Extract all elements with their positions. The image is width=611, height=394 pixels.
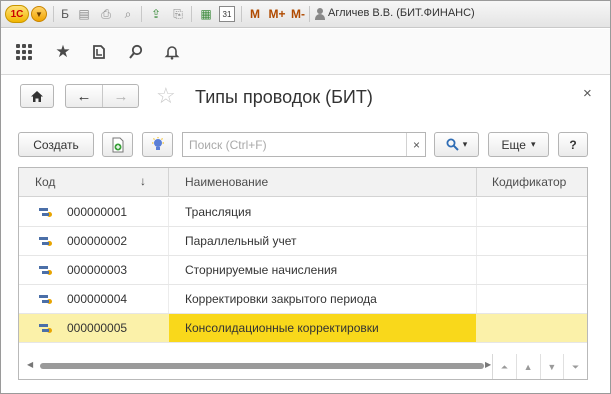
calculator-icon[interactable]: ▦ [197, 5, 215, 23]
back-button[interactable]: ← [66, 85, 102, 107]
create-button[interactable]: Создать [18, 132, 94, 157]
page-title: Типы проводок (БИТ) [195, 87, 373, 107]
b-button[interactable]: Б [59, 5, 71, 23]
search-input[interactable] [184, 134, 404, 155]
favorites-star-icon[interactable]: ★ [53, 42, 73, 62]
clear-search-icon[interactable]: × [406, 133, 426, 156]
table-row-selected[interactable]: 000000005 Консолидационные корректировки [19, 314, 587, 343]
main-menu-icon[interactable]: ▼ [31, 6, 47, 22]
search-field: × [182, 132, 426, 157]
upload-icon[interactable]: ⇪ [147, 5, 165, 23]
go-last-icon[interactable]: ⏷ [564, 354, 587, 379]
save-icon[interactable]: ▤ [75, 5, 93, 23]
table-header: Код ↓ Наименование Кодификатор [19, 168, 587, 197]
table-row[interactable]: 000000003 Сторнируемые начисления [19, 256, 587, 285]
column-header-codifier[interactable]: Кодификатор [492, 168, 566, 197]
row-code: 000000004 [67, 292, 128, 306]
app-bar: ★ [1, 29, 610, 75]
sort-arrow-icon: ↓ [140, 174, 146, 188]
page-down-icon[interactable]: ▼ [541, 354, 565, 379]
row-code: 000000003 [67, 263, 128, 277]
row-name: Сторнируемые начисления [185, 263, 338, 277]
more-menu-button[interactable]: Еще ▾ [488, 132, 549, 157]
print-icon[interactable]: ⎙ [97, 5, 115, 23]
create-copy-button[interactable] [102, 132, 133, 157]
memory-button[interactable]: M [249, 5, 261, 23]
memory-minus-button[interactable]: M- [290, 5, 306, 23]
chevron-down-icon: ▾ [530, 139, 536, 149]
user-icon [315, 8, 325, 20]
history-icon[interactable] [89, 42, 109, 62]
separator [141, 6, 142, 22]
go-first-icon[interactable]: ⏶ [493, 354, 517, 379]
hint-button[interactable] [142, 132, 173, 157]
close-form-button[interactable]: × [583, 85, 592, 102]
catalog-item-icon [39, 208, 52, 218]
row-code: 000000001 [67, 205, 128, 219]
scroll-left-icon[interactable]: ◀ [27, 360, 33, 369]
scroll-right-icon[interactable]: ▶ [485, 360, 491, 369]
calendar-icon[interactable]: 31 [219, 6, 235, 22]
separator [53, 6, 54, 22]
column-header-code[interactable]: Код [35, 168, 55, 197]
column-header-name[interactable]: Наименование [185, 168, 268, 197]
current-user[interactable]: Агличев В.В. (БИТ.ФИНАНС) [328, 7, 475, 19]
table-row[interactable]: 000000002 Параллельный учет [19, 227, 587, 256]
table-row[interactable]: 000000004 Корректировки закрытого период… [19, 285, 587, 314]
app-window: 1С ▼ Б ▤ ⎙ ⌕ ⇪ ⎘ ▦ 31 M M+ M- Агличев В.… [0, 0, 611, 394]
history-navigation: ← → [65, 84, 139, 108]
separator [241, 6, 242, 22]
lightbulb-icon [151, 136, 164, 150]
list-pager: ⏶ ▲ ▼ ⏷ [492, 354, 587, 379]
records-table: Код ↓ Наименование Кодификатор 000000001… [18, 167, 588, 380]
table-row[interactable]: 000000001 Трансляция [19, 198, 587, 227]
separator [309, 6, 310, 22]
home-icon [31, 90, 43, 102]
row-name: Параллельный учет [185, 234, 297, 248]
more-label: Еще [501, 137, 526, 152]
search-icon[interactable] [126, 42, 146, 62]
bell-icon[interactable] [162, 42, 182, 62]
separator [191, 6, 192, 22]
title-bar: 1С ▼ Б ▤ ⎙ ⌕ ⇪ ⎘ ▦ 31 M M+ M- Агличев В.… [1, 1, 610, 28]
1c-logo-icon[interactable]: 1С [5, 5, 29, 23]
chevron-down-icon: ▾ [462, 139, 468, 149]
apps-grid-icon[interactable] [14, 42, 34, 62]
catalog-item-icon [39, 295, 52, 305]
row-name: Трансляция [185, 205, 252, 219]
row-code: 000000005 [67, 321, 128, 335]
forward-button[interactable]: → [103, 85, 139, 107]
memory-plus-button[interactable]: M+ [267, 5, 287, 23]
home-button[interactable] [20, 84, 54, 108]
catalog-item-icon [39, 237, 52, 247]
add-to-favorites-star-icon[interactable]: ☆ [156, 84, 176, 108]
search-options-button[interactable]: ▾ [434, 132, 479, 157]
magnifier-icon [446, 138, 459, 151]
catalog-item-icon [39, 266, 52, 276]
page-up-icon[interactable]: ▲ [517, 354, 541, 379]
help-button[interactable]: ? [558, 132, 588, 157]
row-name: Корректировки закрытого периода [185, 292, 377, 306]
new-document-icon [112, 137, 123, 152]
row-code: 000000002 [67, 234, 128, 248]
preview-icon[interactable]: ⌕ [119, 5, 137, 23]
row-name: Консолидационные корректировки [169, 314, 476, 342]
catalog-item-icon [39, 324, 52, 334]
link-icon[interactable]: ⎘ [169, 5, 187, 23]
horizontal-scrollbar[interactable] [40, 363, 484, 369]
